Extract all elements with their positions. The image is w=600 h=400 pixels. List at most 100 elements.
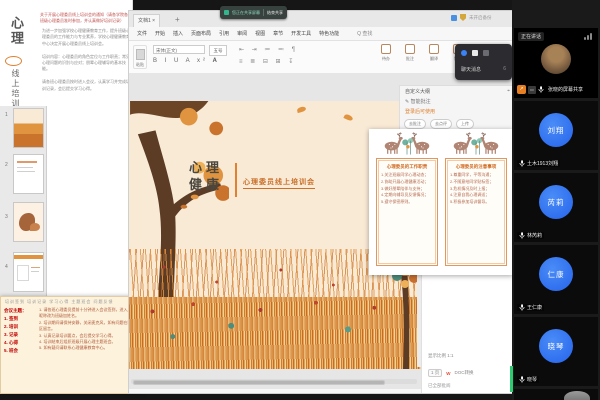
horizontal-scroll-thumb[interactable]: [133, 380, 385, 385]
pin-icon[interactable]: ⌖: [507, 88, 510, 94]
chat-message-popup[interactable]: 聊天消息 6: [455, 44, 512, 80]
backup-hint-text: 未开启备份: [469, 15, 492, 21]
thumbnail-number-3: 3: [5, 214, 8, 220]
menu-special-features[interactable]: 特色功能: [319, 30, 339, 37]
menu-dev-tools[interactable]: 开发工具: [291, 30, 311, 37]
vertical-title-main: 心理: [8, 16, 23, 46]
notes-topic-items: 1. 签到 2. 培训 3. 记录 4. 心得 5. 班会: [4, 316, 18, 353]
participant-tile[interactable]: 芮莉 林芮莉: [514, 173, 598, 242]
slide-thumbnail-3[interactable]: [13, 202, 44, 242]
participant-avatar: 晓琴: [539, 329, 573, 363]
deer-illustration: [445, 132, 507, 158]
share-banner-label: 您正在共享屏幕: [232, 10, 260, 16]
font-size-select[interactable]: 五号: [209, 45, 227, 56]
menu-page-layout[interactable]: 页面布局: [191, 30, 211, 37]
box1-heading: 心理委员的工作职责: [381, 164, 433, 170]
go-review-pill[interactable]: 去点评: [430, 119, 452, 129]
leaf-decoration: [297, 106, 307, 113]
participant-name-text: 晓琴: [527, 376, 537, 383]
active-speaker-tile[interactable]: 正在讲话 ↗ ▭ 张晓的屏幕共享: [514, 28, 598, 98]
speaker-avatar: [541, 44, 571, 74]
participant-avatar: 刘翔: [539, 113, 573, 147]
smart-comment-tool[interactable]: ✎ 智能批注: [405, 98, 431, 105]
menu-insert[interactable]: 插入: [173, 30, 183, 37]
meeting-participants-sidebar: 正在讲话 ↗ ▭ 张晓的屏幕共享 刘翔: [512, 0, 600, 400]
message-icon: [472, 50, 478, 56]
menu-view[interactable]: 视图: [255, 30, 265, 37]
menu-home[interactable]: 开始: [155, 30, 165, 37]
todo-button[interactable]: 待办: [377, 44, 395, 62]
participant-label: 林芮莉: [517, 232, 544, 239]
task-pane-title: 自定义大纲: [405, 88, 430, 95]
chat-popup-title: 聊天消息: [461, 66, 481, 73]
login-hint-link[interactable]: 登录后可使用: [405, 108, 435, 115]
thumbnail-text-line: [17, 171, 35, 172]
participant-label: 土木1913刘翔: [517, 160, 560, 167]
thumbnail-banner: [14, 255, 43, 259]
doc-convert-label[interactable]: DOC转换: [455, 370, 474, 376]
list-buttons[interactable]: ⇤ ⇥ ≔ ≕ ¶: [239, 46, 298, 53]
network-signal-icon: [584, 33, 592, 40]
speaking-status-label: 正在讲话: [518, 32, 544, 41]
participant-tile[interactable]: 刘翔 土木1913刘翔: [514, 101, 598, 170]
upload-pill[interactable]: 上传: [456, 119, 474, 129]
paste-icon: [136, 49, 145, 60]
slide-thumbnail-panel: 1 2 3 4: [0, 106, 47, 322]
participant-label: 王仁康: [517, 304, 544, 311]
slide-thumbnail-2[interactable]: [13, 154, 44, 194]
translate-button[interactable]: 翻译: [425, 44, 443, 62]
ribbon-search[interactable]: Q 查找: [357, 30, 372, 37]
comment-button[interactable]: 批注: [401, 44, 419, 62]
share-border-indicator: [510, 366, 513, 392]
stop-share-button[interactable]: 结束共享: [267, 10, 283, 16]
go-comment-pill[interactable]: 去批注: [404, 119, 426, 129]
screen-share-icon: [224, 10, 229, 15]
deer-slide-panel: 心理委员的工作职责 1.关注班级同学心理动态； 2.协助开展心理健康活动； 3.…: [369, 129, 513, 275]
comment-icon: [405, 44, 415, 54]
font-name-select[interactable]: 宋体(正文): [153, 45, 205, 54]
text-format-buttons[interactable]: B I U A x² 𝐀: [153, 58, 220, 65]
content-box-border: 心理委员的工作职责 1.关注班级同学心理动态； 2.协助开展心理健康活动； 3.…: [376, 158, 438, 266]
content-box-border: 心理委员的注意事项 1.尊重同学，平等沟通； 2.不随意给同学贴标签； 3.危机…: [445, 158, 507, 266]
translate-label: 翻译: [425, 56, 443, 62]
sharing-indicator-icon: ↗: [517, 85, 526, 94]
slide-subtitle[interactable]: 心理委员线上培训会: [243, 177, 315, 189]
chat-unread-count: 6: [503, 66, 506, 72]
ribbon-right-buttons: 待办 批注 翻译 协作: [377, 44, 467, 62]
slide-title-line2: 健康: [189, 178, 223, 193]
tab-close-icon[interactable]: ×: [152, 18, 155, 24]
menu-references[interactable]: 引用: [219, 30, 229, 37]
notes-ruler-line: 培训签到 培训记录 学习心得 主题班会 问题反馈: [5, 299, 139, 305]
slide-title[interactable]: 心理 健康: [189, 161, 223, 195]
doc-sync-icon[interactable]: [451, 15, 457, 21]
participant-tile[interactable]: 晓琴 晓琴: [514, 317, 598, 386]
document-vertical-title: 心理 线上培训会: [6, 16, 25, 119]
document-tab[interactable]: 文档1 ×: [133, 14, 160, 28]
new-tab-button[interactable]: +: [175, 15, 180, 25]
menu-review[interactable]: 审阅: [237, 30, 247, 37]
thumbnail-text-line: [31, 271, 39, 272]
shield-icon[interactable]: [460, 14, 466, 21]
ribbon-menu-bar: 文件 开始 插入 页面布局 引用 审阅 视图 章节 开发工具 特色功能 Q 查找: [129, 27, 513, 41]
screen-share-banner: 您正在共享屏幕 结束共享: [220, 6, 287, 19]
paste-button[interactable]: 粘贴: [133, 45, 147, 69]
menu-section[interactable]: 章节: [273, 30, 283, 37]
orange-oval-annotation: [5, 56, 22, 66]
participant-name-text: 林芮莉: [527, 232, 542, 239]
slide-thumbnail-4[interactable]: [13, 252, 44, 292]
thumbnail-number-4: 4: [5, 264, 8, 270]
mic-icon: [519, 304, 525, 311]
title-divider: [235, 163, 237, 197]
horizontal-scrollbar[interactable]: [131, 379, 417, 384]
page-count-pill[interactable]: 1 页: [428, 369, 442, 377]
slide-thumbnail-1[interactable]: [13, 108, 44, 148]
document-tab-title: 文档1: [138, 18, 151, 24]
participant-avatar: 仁康: [539, 257, 573, 291]
participant-tile-partial[interactable]: [514, 389, 598, 400]
participant-tile[interactable]: 仁康 王仁康: [514, 245, 598, 314]
alignment-buttons[interactable]: ≡ ≣ ⊟ ⊞ ↧: [239, 58, 296, 65]
page-status-row: 1 页 W DOC转换: [428, 369, 474, 377]
meeting-notes-window: 培训签到 培训记录 学习心得 主题班会 问题反馈 会议主题： 1. 签到 2. …: [0, 296, 144, 394]
menu-file[interactable]: 文件: [137, 30, 147, 37]
thumbnail-text-line: [31, 267, 40, 268]
